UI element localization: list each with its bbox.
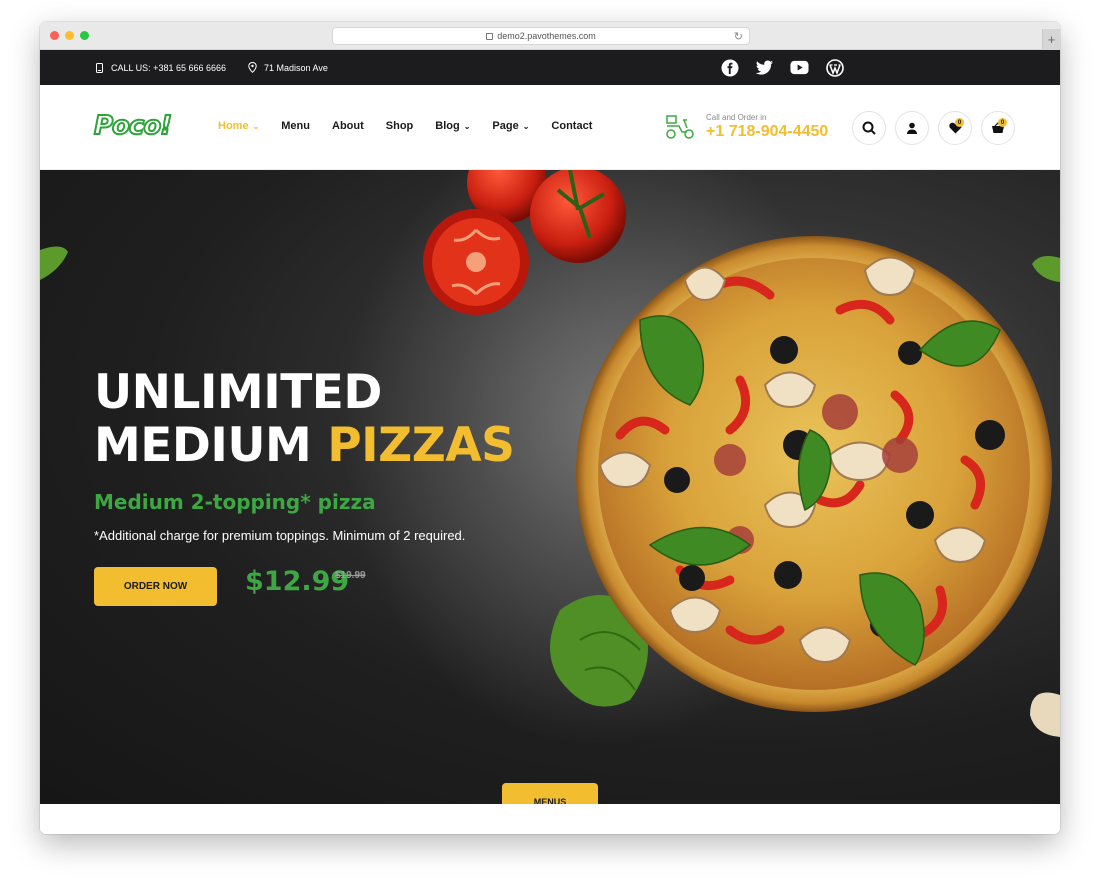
basil-leaf-right xyxy=(1032,256,1060,282)
nav-item-contact[interactable]: Contact xyxy=(551,120,592,132)
hero-food-illustration xyxy=(40,170,1060,737)
menus-button[interactable]: MENUS xyxy=(502,783,598,804)
nav-blog-label: Blog xyxy=(435,120,460,132)
hero-title: UNLIMITED MEDIUM PIZZAS xyxy=(94,366,515,472)
call-us-text: CALL US: +381 65 666 6666 xyxy=(111,62,227,73)
close-window-button[interactable] xyxy=(50,31,59,40)
address-info: 71 Madison Ave xyxy=(247,62,328,73)
hero-old-price: $19.99 xyxy=(335,570,366,581)
nav-about-label: About xyxy=(332,120,364,132)
address-bar[interactable]: demo2.pavothemes.com ↻ xyxy=(332,27,750,45)
hero-subtitle: Medium 2-topping* pizza xyxy=(94,490,376,514)
account-button[interactable] xyxy=(895,111,929,145)
location-pin-icon xyxy=(247,62,257,73)
browser-window: demo2.pavothemes.com ↻ + CALL US: +381 6… xyxy=(40,22,1060,834)
reload-icon[interactable]: ↻ xyxy=(734,30,743,43)
browser-chrome: demo2.pavothemes.com ↻ + xyxy=(40,22,1060,50)
wordpress-icon[interactable] xyxy=(825,58,844,77)
nav-item-home[interactable]: Home ⌄ xyxy=(218,120,259,132)
window-controls xyxy=(50,31,89,40)
cart-count-badge: 0 xyxy=(998,118,1007,127)
url-text: demo2.pavothemes.com xyxy=(497,31,596,41)
youtube-icon[interactable] xyxy=(790,58,809,77)
basil-leaf-left xyxy=(40,246,68,280)
maximize-window-button[interactable] xyxy=(80,31,89,40)
tomato-whole xyxy=(530,170,626,263)
nav-item-page[interactable]: Page ⌄ xyxy=(492,120,529,132)
hero-title-line2-white: MEDIUM xyxy=(94,418,312,473)
search-button[interactable] xyxy=(852,111,886,145)
nav-shop-label: Shop xyxy=(385,120,414,132)
nav-contact-label: Contact xyxy=(551,120,593,132)
nav-home-label: Home xyxy=(218,120,249,132)
nav-item-shop[interactable]: Shop xyxy=(386,120,414,132)
call-label: Call and Order in xyxy=(706,113,767,122)
nav-item-menu[interactable]: Menu xyxy=(281,120,310,132)
social-links xyxy=(720,58,844,77)
hero-title-line2-yellow: PIZZAS xyxy=(327,418,515,473)
address-text: 71 Madison Ave xyxy=(264,62,328,73)
new-tab-button[interactable]: + xyxy=(1042,29,1060,49)
order-now-button[interactable]: ORDER NOW xyxy=(94,567,217,606)
header-actions: 0 0 xyxy=(852,111,1015,145)
wishlist-count-badge: 0 xyxy=(955,118,964,127)
hero-note: *Additional charge for premium toppings.… xyxy=(94,528,466,543)
search-icon xyxy=(862,121,876,135)
lock-icon xyxy=(486,32,494,40)
wishlist-button[interactable]: 0 xyxy=(938,111,972,145)
call-us-info[interactable]: CALL US: +381 65 666 6666 xyxy=(94,62,226,73)
chevron-down-icon: ⌄ xyxy=(522,121,530,131)
nav-menu-label: Menu xyxy=(281,120,310,132)
chevron-down-icon: ⌄ xyxy=(252,121,260,131)
hero-slider: UNLIMITED MEDIUM PIZZAS Medium 2-topping… xyxy=(40,170,1060,804)
hero-price: $12.99 xyxy=(245,566,350,597)
phone-icon xyxy=(94,62,104,73)
site-logo[interactable]: Poco! xyxy=(93,110,173,142)
minimize-window-button[interactable] xyxy=(65,31,74,40)
facebook-icon[interactable] xyxy=(720,58,739,77)
page-content-below-hero xyxy=(40,804,1060,834)
user-icon xyxy=(907,122,917,134)
site-header: Poco! Home ⌄ Menu About Shop Blog ⌄ Page… xyxy=(40,85,1060,170)
cart-button[interactable]: 0 xyxy=(981,111,1015,145)
nav-item-blog[interactable]: Blog ⌄ xyxy=(435,120,470,132)
top-info-bar: CALL US: +381 65 666 6666 71 Madison Ave xyxy=(40,50,1060,85)
call-to-order[interactable]: Call and Order in +1 718-904-4450 xyxy=(664,113,828,141)
twitter-icon[interactable] xyxy=(755,58,774,77)
nav-page-label: Page xyxy=(492,120,519,132)
chevron-down-icon: ⌄ xyxy=(463,121,471,131)
delivery-scooter-icon xyxy=(664,114,696,140)
nav-item-about[interactable]: About xyxy=(332,120,364,132)
call-phone-number[interactable]: +1 718-904-4450 xyxy=(706,123,828,141)
main-navigation: Home ⌄ Menu About Shop Blog ⌄ Page ⌄ Con… xyxy=(218,120,592,132)
hero-title-line1: UNLIMITED xyxy=(94,365,382,420)
